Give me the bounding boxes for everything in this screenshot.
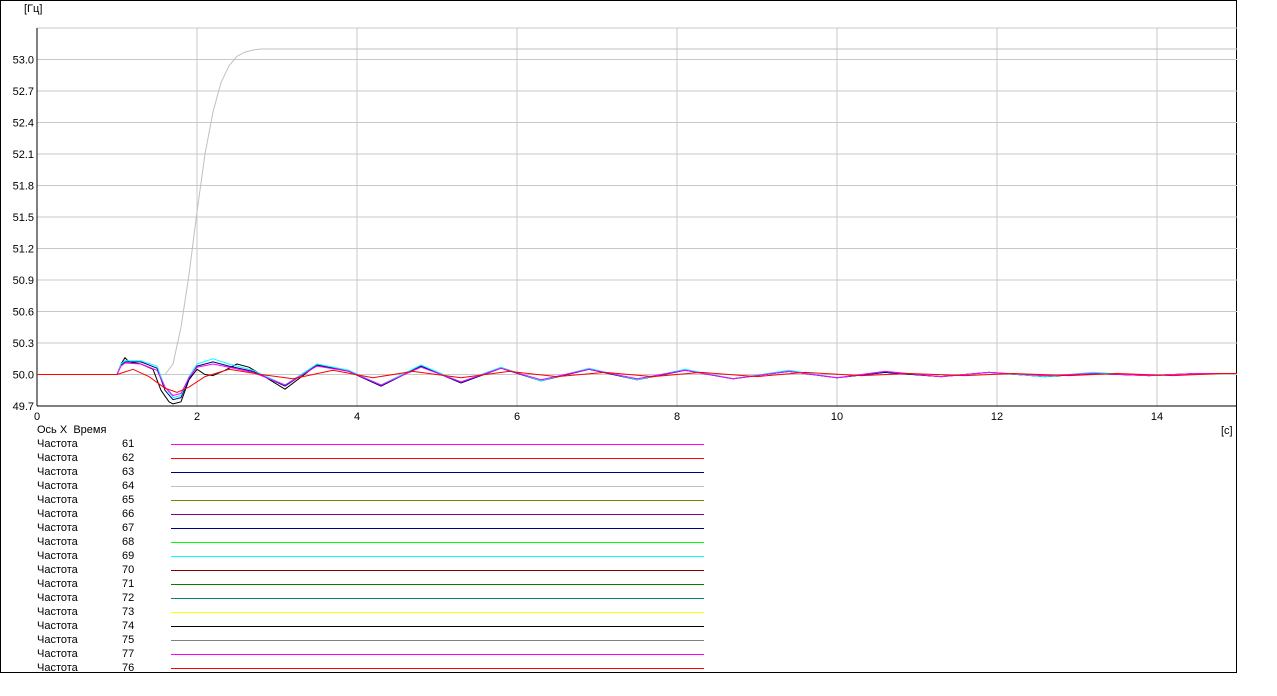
series-line-63 (37, 361, 1237, 401)
y-tick-label: 51.5 (13, 212, 34, 224)
legend-item-id: 76 (122, 662, 135, 674)
y-tick-label: 51.8 (13, 181, 34, 193)
legend-item-label: Частота (37, 494, 78, 506)
legend-item-id: 74 (122, 620, 135, 632)
legend-item-id: 66 (122, 508, 135, 520)
legend-swatch (171, 598, 704, 599)
legend-swatch (171, 570, 704, 571)
legend-item-id: 75 (122, 634, 135, 646)
legend-item-id: 62 (122, 452, 135, 464)
legend-item-label: Частота (37, 662, 78, 674)
frequency-chart: 49.7 50.0 50.3 50.6 50.9 51.2 51.5 51.8 52.1 52.4… (13, 3, 1237, 437)
legend-item-label: Частота (37, 466, 78, 478)
legend-item-label: Частота (37, 564, 78, 576)
legend-item-label: Частота (37, 508, 78, 520)
x-tick-label: 10 (831, 411, 843, 423)
y-tick-label: 50.3 (13, 338, 34, 350)
legend-item-id: 70 (122, 564, 135, 576)
x-tick-label: 6 (514, 411, 520, 423)
x-tick-label: 12 (991, 411, 1003, 423)
series-line-64 (37, 48, 1237, 375)
legend-swatch (171, 640, 704, 641)
legend-item-id: 63 (122, 466, 135, 478)
legend-swatch (171, 458, 704, 459)
y-tick-label: 49.7 (13, 401, 34, 413)
legend-item-label: Частота (37, 578, 78, 590)
legend-swatch (171, 472, 704, 473)
y-tick-label: 50.9 (13, 275, 34, 287)
legend-axis-name: Время (73, 424, 107, 436)
curves (37, 48, 1237, 405)
legend-header: Ось X Время (37, 423, 106, 437)
legend-item-id: 71 (122, 578, 135, 590)
legend-swatch (171, 612, 704, 613)
legend-swatch (171, 500, 704, 501)
y-tick-label: 52.7 (13, 86, 34, 98)
legend-swatch (171, 556, 704, 557)
y-tick-label: 53.0 (13, 55, 34, 67)
y-tick-label: 52.1 (13, 149, 34, 161)
x-tick-label: 4 (354, 411, 360, 423)
legend-item-id: 72 (122, 592, 135, 604)
legend-swatch (171, 444, 704, 445)
legend-swatch (171, 486, 704, 487)
x-tick-label: 8 (674, 411, 680, 423)
legend-item-label: Частота (37, 634, 78, 646)
legend-item-id: 61 (122, 438, 135, 450)
legend-item-label: Частота (37, 592, 78, 604)
legend-item-label: Частота (37, 606, 78, 618)
legend-item-id: 64 (122, 480, 135, 492)
legend-item-label: Частота (37, 438, 78, 450)
x-tick-label: 14 (1151, 411, 1163, 423)
y-tick-label: 50.0 (13, 370, 34, 382)
x-tick-label: 0 (34, 411, 40, 423)
legend-swatch (171, 514, 704, 515)
legend-swatch (171, 668, 704, 669)
legend-item-label: Частота (37, 550, 78, 562)
series-line-62 (37, 368, 1237, 393)
legend-item-id: 69 (122, 550, 135, 562)
legend-swatch (171, 528, 704, 529)
legend-item-label: Частота (37, 648, 78, 660)
legend-swatch (171, 584, 704, 585)
y-axis-label: [Гц] (24, 3, 42, 15)
legend-item-id: 68 (122, 536, 135, 548)
legend-swatch (171, 626, 704, 627)
y-tick-label: 52.4 (13, 118, 34, 130)
grid (36, 27, 1237, 407)
legend-item-id: 65 (122, 494, 135, 506)
legend-item-id: 73 (122, 606, 135, 618)
legend-swatch (171, 542, 704, 543)
legend-axis-label: Ось X (37, 424, 68, 436)
x-tick-label: 2 (194, 411, 200, 423)
legend-item-id: 77 (122, 648, 135, 660)
legend-item-label: Частота (37, 536, 78, 548)
x-axis-label: [с] (1221, 425, 1233, 437)
legend-item-label: Частота (37, 522, 78, 534)
tick-labels: 49.7 50.0 50.3 50.6 50.9 51.2 51.5 51.8 52.1 52.4… (13, 55, 1164, 424)
y-tick-label: 51.2 (13, 244, 34, 256)
legend-swatch (171, 654, 704, 655)
y-tick-label: 50.6 (13, 307, 34, 319)
legend-item-label: Частота (37, 480, 78, 492)
legend-item-label: Частота (37, 620, 78, 632)
legend-item-id: 67 (122, 522, 135, 534)
legend-item-label: Частота (37, 452, 78, 464)
